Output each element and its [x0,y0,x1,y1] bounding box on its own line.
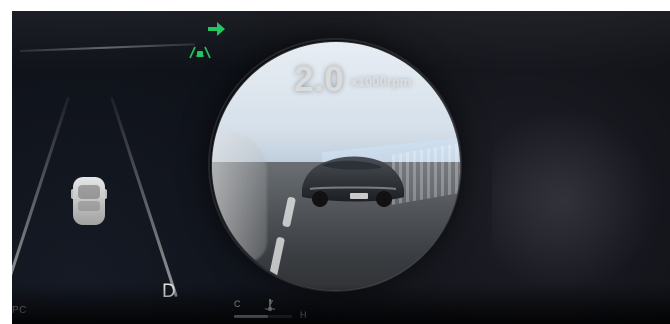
rpm-readout: 2.0 x1000rpm [294,60,411,100]
lane-line-left [12,96,70,298]
instrument-cluster-screen: PC D C H [12,11,670,324]
rpm-value: 2.0 [294,60,345,99]
driving-car-image [302,156,404,207]
rpm-view-window: 2.0 x1000rpm [211,41,461,291]
turn-right-arrow-icon [208,22,225,36]
right-panel-glow [492,91,670,311]
lane-assist-panel: PC [12,67,237,316]
lane-assist-icon [189,46,211,59]
bottom-bezel [12,284,670,324]
lane-line-right [110,96,178,298]
vehicle-topview-icon [71,177,107,225]
rpm-unit: x1000rpm [350,74,412,89]
passing-vehicle [212,132,267,262]
